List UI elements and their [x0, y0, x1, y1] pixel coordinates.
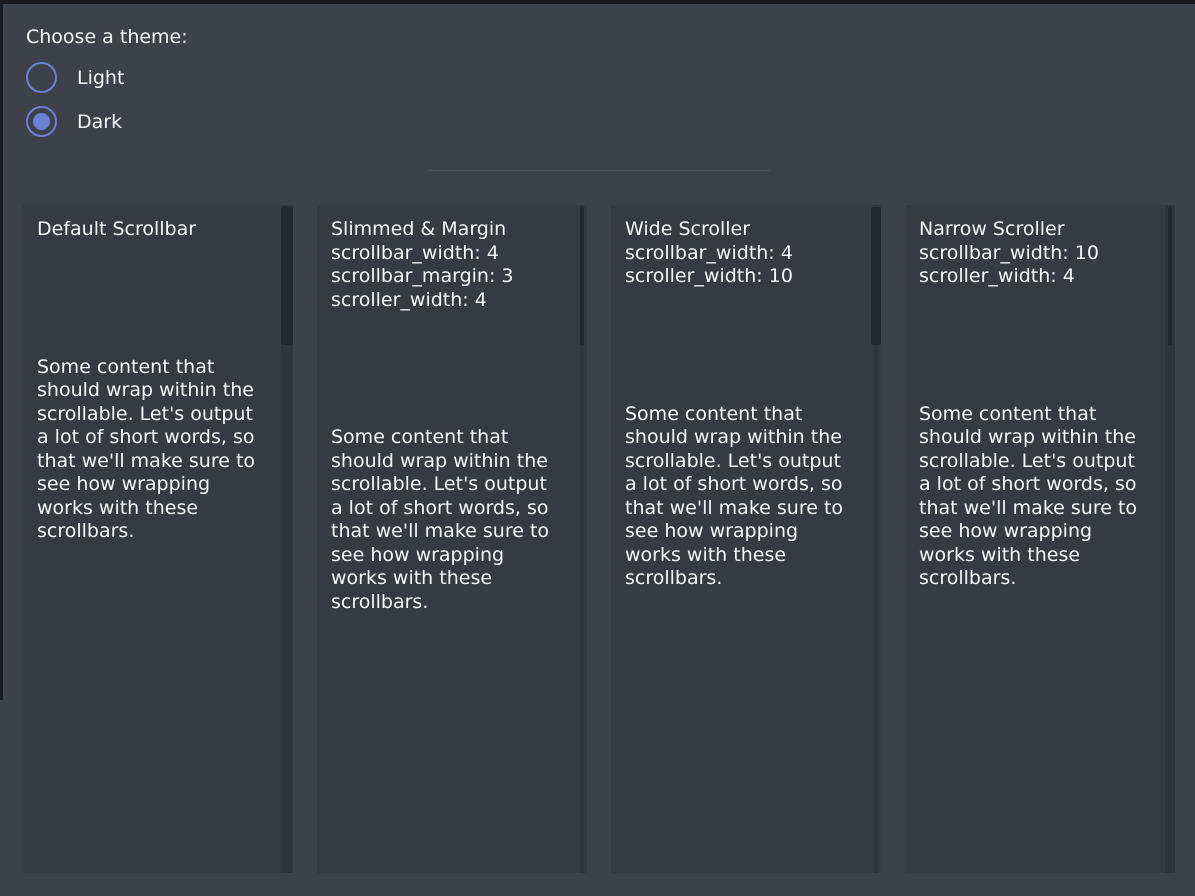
panel-param: scroller_width: 4 — [919, 265, 1145, 289]
panel-title: Narrow Scroller — [919, 218, 1145, 242]
vertical-scrollbar[interactable] — [577, 205, 587, 873]
radio-option-light[interactable]: Light — [26, 62, 188, 93]
scrollbar-thumb[interactable] — [281, 207, 293, 345]
panel-param: scroller_width: 4 — [331, 289, 557, 313]
panel-narrow-scroller[interactable]: Narrow Scroller scrollbar_width: 10 scro… — [905, 205, 1175, 873]
panel-title: Default Scrollbar — [37, 218, 263, 242]
panels-row: Default Scrollbar Some content that shou… — [23, 205, 1175, 873]
theme-chooser: Choose a theme: Light Dark — [26, 25, 188, 137]
vertical-scrollbar[interactable] — [1165, 205, 1175, 873]
radio-option-light-label: Light — [77, 67, 124, 89]
panel-slimmed-margin[interactable]: Slimmed & Margin scrollbar_width: 4 scro… — [317, 205, 587, 873]
radio-selected-icon — [26, 106, 57, 137]
radio-option-dark[interactable]: Dark — [26, 106, 188, 137]
vertical-scrollbar[interactable] — [281, 205, 293, 873]
radio-option-dark-label: Dark — [77, 111, 122, 133]
panel-param: scrollbar_width: 4 — [625, 242, 851, 266]
window-border-top — [0, 0, 1195, 4]
scrollbar-thumb[interactable] — [580, 207, 584, 345]
panel-header: Default Scrollbar — [23, 205, 293, 242]
theme-chooser-label: Choose a theme: — [26, 25, 188, 49]
panel-header: Slimmed & Margin scrollbar_width: 4 scro… — [317, 205, 587, 312]
panel-default-scrollbar[interactable]: Default Scrollbar Some content that shou… — [23, 205, 293, 873]
scrollbar-thumb[interactable] — [871, 207, 881, 345]
panel-title: Slimmed & Margin — [331, 218, 557, 242]
panel-param: scroller_width: 10 — [625, 265, 851, 289]
panel-content: Some content that should wrap within the… — [331, 426, 563, 614]
panel-header: Narrow Scroller scrollbar_width: 10 scro… — [905, 205, 1175, 289]
panel-header: Wide Scroller scrollbar_width: 4 scrolle… — [611, 205, 881, 289]
scrollbar-thumb[interactable] — [1168, 207, 1172, 345]
panel-wide-scroller[interactable]: Wide Scroller scrollbar_width: 4 scrolle… — [611, 205, 881, 873]
horizontal-divider — [427, 170, 770, 171]
panel-param: scrollbar_width: 4 — [331, 242, 557, 266]
vertical-scrollbar[interactable] — [871, 205, 881, 873]
panel-param: scrollbar_margin: 3 — [331, 265, 557, 289]
panel-content: Some content that should wrap within the… — [37, 356, 269, 544]
radio-unselected-icon — [26, 62, 57, 93]
panel-content: Some content that should wrap within the… — [919, 403, 1151, 591]
window-border-left — [0, 0, 3, 700]
panel-title: Wide Scroller — [625, 218, 851, 242]
panel-param: scrollbar_width: 10 — [919, 242, 1145, 266]
panel-content: Some content that should wrap within the… — [625, 403, 857, 591]
